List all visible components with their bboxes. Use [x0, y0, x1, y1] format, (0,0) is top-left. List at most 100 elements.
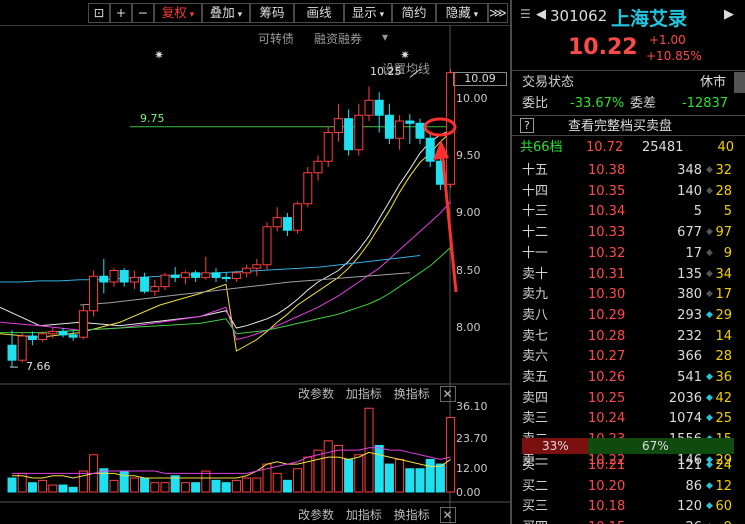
- order-row[interactable]: 买三 10.18 120 ◆ 60: [512, 496, 745, 517]
- order-row[interactable]: 十五 10.38 348 ◆ 32: [512, 160, 745, 181]
- close-icon[interactable]: ✕: [439, 507, 456, 523]
- order-price: 10.31: [588, 266, 626, 282]
- vol-tick: 36.10: [456, 400, 488, 413]
- full-book-row[interactable]: ? 查看完整档买卖盘: [512, 115, 745, 136]
- volume-bar: [140, 477, 150, 493]
- candle: [38, 333, 48, 340]
- candle: [170, 274, 180, 278]
- order-row[interactable]: 卖四 10.25 2036 ◆ 42: [512, 388, 745, 409]
- volume-bar: [68, 486, 78, 493]
- volume-bar: [405, 468, 415, 493]
- expand-icon[interactable]: ⋙: [488, 3, 508, 23]
- indicator-toolbar: 改参数 加指标 换指标 ✕: [298, 385, 456, 402]
- order-volume: 121: [677, 458, 702, 473]
- order-count: 34: [715, 266, 732, 282]
- total-row: 共66档 10.72 25481 40: [520, 140, 734, 155]
- volume-bar: [109, 479, 119, 493]
- chips-button[interactable]: 筹码: [250, 3, 294, 23]
- order-row[interactable]: 卖七 10.28 232 14: [512, 326, 745, 347]
- order-volume: 2036: [668, 390, 702, 406]
- indicator-toolbar-2: 改参数 加指标 换指标 ✕: [298, 506, 456, 523]
- display-button[interactable]: 显示 ▾: [344, 3, 392, 23]
- overlay-button[interactable]: 叠加 ▾: [202, 3, 250, 23]
- volume-bar: [231, 479, 241, 493]
- order-count: 28: [715, 183, 732, 199]
- hide-button[interactable]: 隐藏 ▾: [436, 3, 488, 23]
- order-price: 10.30: [588, 287, 626, 303]
- zoom-out-icon[interactable]: −: [132, 3, 154, 23]
- order-price: 10.34: [588, 204, 626, 220]
- volume-bar: [160, 482, 170, 493]
- order-count: 25: [715, 411, 732, 427]
- candle: [364, 99, 374, 116]
- save-icon[interactable]: ⊡: [88, 3, 110, 23]
- volume-bar: [354, 454, 364, 493]
- order-row[interactable]: 买四10.1526◆9: [512, 517, 745, 524]
- swap-indicator-button[interactable]: 换指标: [394, 387, 430, 401]
- volume-bar: [374, 444, 384, 493]
- candle: [89, 275, 99, 312]
- simple-button[interactable]: 简约: [392, 3, 436, 23]
- candle: [231, 272, 241, 280]
- add-indicator-button-2[interactable]: 加指标: [346, 508, 382, 522]
- volume-bar: [99, 468, 109, 493]
- order-row[interactable]: 卖十 10.31 135 ◆ 34: [512, 264, 745, 285]
- order-book-panel: ☰ ◀ 301062 上海艾录 ▶ 10.22 +1.00 +10.85% 交易…: [512, 0, 745, 524]
- order-price: 10.26: [588, 370, 626, 385]
- order-volume: 5: [693, 204, 702, 220]
- order-volume: 1074: [668, 411, 702, 427]
- order-level: 十二: [522, 225, 549, 241]
- vol-ma5: [12, 451, 451, 479]
- candle: [323, 132, 333, 162]
- order-row[interactable]: 十四 10.35 140 ◆ 28: [512, 181, 745, 202]
- order-count: 17: [715, 287, 732, 303]
- candle: [395, 120, 405, 139]
- order-row[interactable]: 卖五 10.26 541 ◆ 36: [512, 367, 745, 388]
- buy-sell-ratio-bar: 33% 67%: [522, 438, 734, 454]
- prev-stock-icon[interactable]: ◀: [536, 7, 546, 22]
- order-price: 10.28: [588, 328, 626, 344]
- order-row[interactable]: 买一 10.21 121 ◆ 24: [512, 455, 745, 476]
- swap-indicator-button-2[interactable]: 换指标: [394, 508, 430, 522]
- order-row[interactable]: 卖六 10.27 366 28: [512, 346, 745, 367]
- candle: [48, 330, 58, 335]
- params-button[interactable]: 改参数: [298, 387, 334, 401]
- volume-bar: [211, 479, 221, 493]
- order-volume: 677: [677, 225, 702, 241]
- candle: [99, 275, 109, 283]
- order-row[interactable]: 十三 10.34 5 5: [512, 201, 745, 222]
- zoom-in-icon[interactable]: +: [110, 3, 132, 23]
- menu-icon[interactable]: ☰: [520, 7, 531, 21]
- volume-bar: [282, 479, 292, 493]
- order-level: 卖十: [522, 266, 549, 282]
- help-icon[interactable]: ?: [520, 118, 534, 133]
- volume-bar: [201, 470, 211, 493]
- high-arrow: [409, 68, 421, 78]
- order-row[interactable]: 卖九 10.30 380 ◆ 17: [512, 284, 745, 305]
- hline-label: 9.75: [140, 112, 165, 125]
- order-price: 10.24: [588, 411, 626, 427]
- order-price: 10.27: [588, 349, 626, 365]
- order-price: 10.29: [588, 307, 626, 323]
- ma-line-blue: [0, 255, 421, 283]
- add-indicator-button[interactable]: 加指标: [346, 387, 382, 401]
- order-row[interactable]: 十一 10.32 17 ◆ 9: [512, 243, 745, 264]
- params-button-2[interactable]: 改参数: [298, 508, 334, 522]
- draw-button[interactable]: 画线: [294, 3, 344, 23]
- volume-bar: [78, 470, 88, 493]
- order-level: 卖八: [522, 307, 549, 323]
- order-row[interactable]: 十二 10.33 677 ◆ 97: [512, 222, 745, 243]
- order-level: 卖六: [522, 349, 549, 365]
- last-price: 10.22: [568, 35, 638, 60]
- order-volume: 140: [677, 183, 702, 199]
- order-level: 十五: [522, 163, 549, 178]
- adjust-button[interactable]: 复权 ▾: [154, 3, 202, 23]
- order-row[interactable]: 卖三 10.24 1074 ◆ 25: [512, 408, 745, 429]
- candle: [160, 274, 170, 288]
- candle: [333, 118, 343, 133]
- candle: [7, 344, 17, 361]
- order-row[interactable]: 卖八 10.29 293 ◆ 29: [512, 305, 745, 326]
- order-row[interactable]: 买二 10.20 86 ◆ 12: [512, 476, 745, 497]
- order-price: 10.38: [588, 163, 626, 178]
- next-stock-icon[interactable]: ▶: [724, 7, 734, 22]
